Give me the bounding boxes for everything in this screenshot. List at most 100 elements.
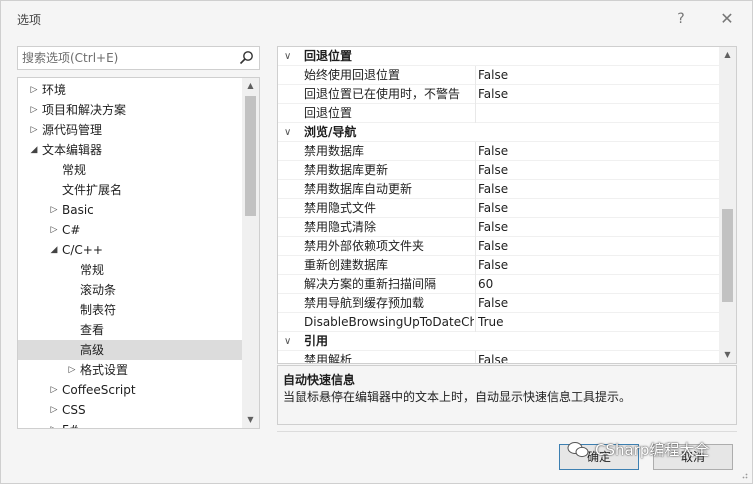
collapsed-arrow-icon[interactable]: ▷ [48,200,60,220]
collapsed-arrow-icon[interactable]: ▷ [28,100,40,120]
tree-item[interactable]: 滚动条 [18,280,242,300]
grid-property-row[interactable]: 禁用隐式文件 False [278,199,719,218]
property-value[interactable]: False [478,199,508,218]
tree-item-label: 文件扩展名 [62,183,123,197]
property-name: 禁用解析 [304,353,353,364]
grid-property-row[interactable]: 始终使用回退位置 False [278,66,719,85]
column-separator [475,256,476,275]
grid-category[interactable]: ∨ 引用 [278,332,719,351]
property-name: DisableBrowsingUpToDateCh [304,315,474,329]
property-value[interactable]: False [478,66,508,85]
tree-item-label: 滚动条 [80,283,117,297]
grid-property-row[interactable]: 禁用导航到缓存预加载 False [278,294,719,313]
tree-item[interactable]: ▷ 环境 [18,80,242,100]
help-button[interactable]: ? [669,9,693,29]
collapsed-arrow-icon[interactable]: ▷ [48,420,60,428]
divider [277,431,737,432]
grid-property-row[interactable]: 回退位置 [278,104,719,123]
tree-item[interactable]: 查看 [18,320,242,340]
grid-property-row[interactable]: 禁用数据库自动更新 False [278,180,719,199]
property-value[interactable]: False [478,351,508,363]
property-value[interactable]: False [478,256,508,275]
tree-item[interactable]: ▷ CSS [18,400,242,420]
tree-item-label: C# [62,223,81,237]
grid-property-row[interactable]: 重新创建数据库 False [278,256,719,275]
dialog-title: 选项 [17,13,42,27]
collapsed-arrow-icon[interactable]: ▷ [66,360,78,380]
property-value[interactable]: 60 [478,275,493,294]
grid-category[interactable]: ∨ 回退位置 [278,47,719,66]
property-value[interactable]: False [478,161,508,180]
property-value[interactable]: False [478,142,508,161]
grid-scroll-thumb[interactable] [722,209,733,302]
grid-property-row[interactable]: 禁用数据库更新 False [278,161,719,180]
scroll-up-arrow-icon[interactable]: ▲ [242,78,259,94]
grid-property-row[interactable]: DisableBrowsingUpToDateCh True [278,313,719,332]
category-label: 回退位置 [304,49,353,63]
column-separator [475,85,476,104]
tree-item[interactable]: 高级 [18,340,242,360]
close-button[interactable]: ✕ [715,9,739,29]
tree-item-label: 常规 [62,163,87,177]
tree-item[interactable]: ▷ CoffeeScript [18,380,242,400]
tree-scroll-thumb[interactable] [245,96,256,216]
tree-item[interactable]: ◢ C/C++ [18,240,242,260]
tree-item[interactable]: 常规 [18,260,242,280]
property-value[interactable]: False [478,180,508,199]
tree-item-label: CoffeeScript [62,383,136,397]
property-value[interactable]: True [478,313,504,332]
collapsed-arrow-icon[interactable]: ▷ [28,80,40,100]
tree-item-label: 文本编辑器 [42,143,103,157]
column-separator [475,218,476,237]
tree-item-label: 查看 [80,323,105,337]
tree-item[interactable]: ▷ Basic [18,200,242,220]
tree-item[interactable]: ▷F# [18,420,242,428]
property-name: 解决方案的重新扫描间隔 [304,277,437,291]
property-value[interactable]: False [478,218,508,237]
tree-scrollbar[interactable]: ▲ ▼ [242,78,259,428]
collapsed-arrow-icon[interactable]: ▷ [28,120,40,140]
property-value[interactable]: False [478,85,508,104]
resize-grip-icon[interactable] [740,471,748,479]
tree-item[interactable]: 常规 [18,160,242,180]
property-value[interactable]: False [478,294,508,313]
search-icon[interactable] [238,50,254,66]
collapsed-arrow-icon[interactable]: ▷ [48,220,60,240]
tree-item[interactable]: ▷ 源代码管理 [18,120,242,140]
tree-item-label: Basic [62,203,94,217]
collapsed-arrow-icon[interactable]: ▷ [48,380,60,400]
property-name: 回退位置 [304,106,353,120]
collapse-arrow-icon[interactable]: ∨ [284,47,296,66]
grid-scrollbar[interactable]: ▲ ▼ [719,47,736,363]
scroll-down-arrow-icon[interactable]: ▼ [242,412,259,428]
tree-item-label: 源代码管理 [42,123,103,137]
grid-category[interactable]: ∨ 浏览/导航 [278,123,719,142]
expanded-arrow-icon[interactable]: ◢ [28,140,40,160]
property-name: 回退位置已在使用时，不警告 [304,87,461,101]
expanded-arrow-icon[interactable]: ◢ [48,240,60,260]
tree-item-label: C/C++ [62,243,103,257]
tree-item[interactable]: ▷ C# [18,220,242,240]
scroll-up-arrow-icon[interactable]: ▲ [719,47,736,63]
grid-property-row[interactable]: 禁用解析 False [278,351,719,364]
tree-item[interactable]: ▷ 格式设置 [18,360,242,380]
grid-property-row[interactable]: 回退位置已在使用时，不警告 False [278,85,719,104]
search-input[interactable] [22,49,232,67]
tree-item[interactable]: ◢ 文本编辑器 [18,140,242,160]
grid-property-row[interactable]: 禁用隐式清除 False [278,218,719,237]
grid-property-row[interactable]: 解决方案的重新扫描间隔 60 [278,275,719,294]
watermark-text: CSharp编程大全 [595,441,710,459]
tree-item[interactable]: 文件扩展名 [18,180,242,200]
tree-item[interactable]: ▷ 项目和解决方案 [18,100,242,120]
grid-property-row[interactable]: 禁用数据库 False [278,142,719,161]
collapse-arrow-icon[interactable]: ∨ [284,123,296,142]
column-separator [475,161,476,180]
column-separator [475,180,476,199]
grid-property-row[interactable]: 禁用外部依赖项文件夹 False [278,237,719,256]
scroll-down-arrow-icon[interactable]: ▼ [719,347,736,363]
description-text: 当鼠标悬停在编辑器中的文本上时，自动显示快速信息工具提示。 [283,390,632,404]
collapsed-arrow-icon[interactable]: ▷ [48,400,60,420]
collapse-arrow-icon[interactable]: ∨ [284,332,296,351]
property-value[interactable]: False [478,237,508,256]
tree-item[interactable]: 制表符 [18,300,242,320]
